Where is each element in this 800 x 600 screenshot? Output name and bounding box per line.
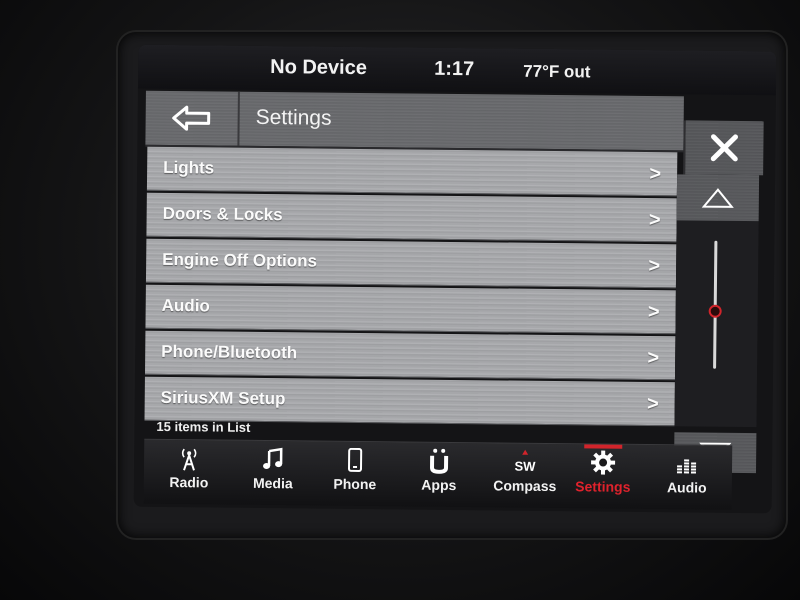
nav-apps[interactable]: Apps (400, 446, 479, 505)
list-item-label: Doors & Locks (162, 203, 283, 225)
compass-sw-icon: SW (486, 447, 564, 476)
page-title: Settings (255, 105, 332, 130)
nav-label: Compass (493, 477, 557, 495)
music-note-icon (234, 445, 312, 474)
infotainment-screen: No Device 1:17 77°F out Settings Lights … (133, 44, 777, 514)
nav-label: Apps (421, 476, 457, 494)
nav-phone[interactable]: Phone (316, 446, 395, 505)
close-icon (710, 134, 739, 162)
list-scrollbar[interactable] (673, 174, 760, 474)
back-button[interactable] (145, 90, 240, 146)
nav-label: Settings (575, 478, 631, 495)
list-item-label: Phone/Bluetooth (161, 341, 298, 363)
back-arrow-icon (172, 105, 211, 131)
list-item-label: SiriusXM Setup (160, 387, 286, 409)
outside-temperature: 77°F out (523, 61, 591, 82)
close-button[interactable] (683, 120, 764, 176)
settings-list: Lights > Doors & Locks > Engine Off Opti… (144, 146, 678, 427)
nav-label: Phone (333, 475, 377, 493)
nav-label: Radio (169, 474, 209, 491)
list-item-phone-bluetooth[interactable]: Phone/Bluetooth > (144, 330, 676, 381)
nav-settings[interactable]: Settings (564, 448, 643, 507)
chevron-right-icon: > (646, 393, 659, 416)
nav-media[interactable]: Media (234, 445, 313, 504)
device-status: No Device (270, 56, 368, 80)
nav-radio[interactable]: Radio (150, 444, 229, 503)
nav-label: Audio (666, 479, 707, 496)
chevron-right-icon: > (648, 209, 661, 232)
nav-audio[interactable]: Audio (648, 449, 727, 508)
equalizer-icon (648, 449, 726, 478)
title-bar: Settings (145, 90, 684, 153)
radio-tower-icon (150, 444, 228, 473)
status-bar: No Device 1:17 77°F out (137, 44, 777, 96)
svg-text:SW: SW (514, 459, 536, 474)
list-item-label: Audio (161, 295, 210, 316)
clock: 1:17 (434, 57, 475, 81)
list-item-label: Engine Off Options (162, 249, 318, 271)
apps-icon (400, 446, 478, 475)
list-item-doors-locks[interactable]: Doors & Locks > (146, 192, 677, 243)
scroll-thumb[interactable] (708, 305, 722, 319)
list-item-audio[interactable]: Audio > (145, 284, 676, 335)
nav-label: Media (252, 474, 293, 492)
gear-icon (564, 448, 642, 477)
chevron-right-icon: > (647, 347, 660, 370)
chevron-right-icon: > (647, 301, 660, 324)
chevron-right-icon: > (648, 255, 661, 278)
triangle-up-icon (701, 188, 734, 208)
scroll-up-button[interactable] (676, 174, 760, 222)
list-item-label: Lights (163, 157, 215, 178)
chevron-right-icon: > (649, 163, 662, 186)
bottom-nav: Radio Media Phone Apps SW Compass Settin… (143, 438, 733, 510)
list-item-lights[interactable]: Lights > (146, 146, 678, 197)
list-item-engine-off-options[interactable]: Engine Off Options > (145, 238, 677, 289)
item-count: 15 items in List (156, 418, 251, 435)
nav-compass[interactable]: SW Compass (486, 447, 565, 506)
phone-icon (316, 446, 394, 475)
